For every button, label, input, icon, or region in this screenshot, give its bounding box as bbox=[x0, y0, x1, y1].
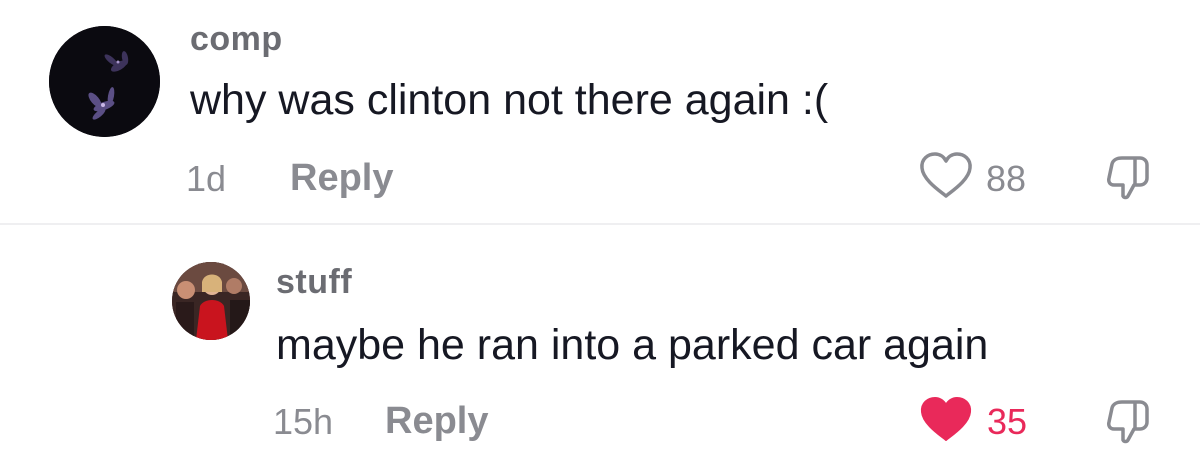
thumbs-down-icon[interactable] bbox=[1100, 394, 1156, 448]
comment-timestamp: 1d bbox=[186, 158, 227, 199]
avatar[interactable] bbox=[49, 26, 160, 137]
comment-username[interactable]: comp bbox=[190, 20, 283, 59]
comment-item: comp why was clinton not there again :( … bbox=[0, 0, 1200, 224]
comment-item: stuff maybe he ran into a parked car aga… bbox=[0, 226, 1200, 454]
like-count: 88 bbox=[986, 158, 1027, 199]
comment-timestamp: 15h bbox=[273, 401, 334, 442]
avatar[interactable] bbox=[172, 262, 250, 340]
comment-text: why was clinton not there again :( bbox=[190, 76, 829, 124]
comment-username[interactable]: stuff bbox=[276, 263, 352, 302]
heart-icon[interactable] bbox=[918, 150, 974, 200]
thumbs-down-icon[interactable] bbox=[1100, 150, 1156, 204]
reply-button[interactable]: Reply bbox=[290, 157, 393, 200]
comment-text: maybe he ran into a parked car again bbox=[276, 321, 989, 369]
comment-divider bbox=[0, 223, 1200, 225]
like-count: 35 bbox=[987, 401, 1028, 442]
reply-button[interactable]: Reply bbox=[385, 400, 488, 443]
heart-icon[interactable] bbox=[918, 394, 974, 444]
